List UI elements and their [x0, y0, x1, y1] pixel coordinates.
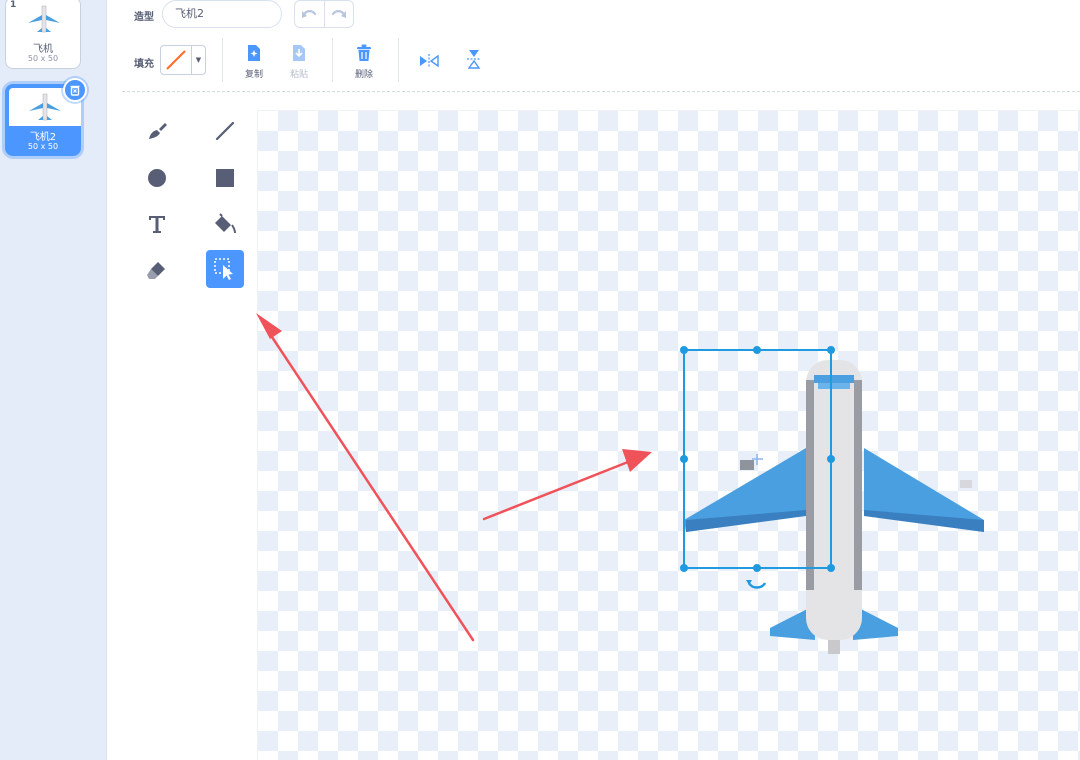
- undo-redo-group: [294, 0, 354, 28]
- fill-color-picker[interactable]: ▼: [160, 45, 206, 75]
- circle-tool[interactable]: [138, 159, 176, 197]
- text-icon: [149, 216, 165, 233]
- no-fill-slash-icon: [166, 50, 186, 70]
- delete-costume-button[interactable]: [63, 78, 87, 102]
- rectangle-icon: [216, 169, 234, 187]
- divider: [222, 38, 223, 82]
- chevron-down-icon: ▼: [191, 46, 205, 74]
- divider: [398, 38, 399, 82]
- select-tool[interactable]: [206, 250, 244, 288]
- copy-icon: [248, 45, 260, 61]
- eraser-tool[interactable]: [138, 251, 176, 289]
- flip-horizontal-icon: [420, 54, 439, 68]
- fill-label: 填充: [134, 59, 154, 70]
- divider: [332, 38, 333, 82]
- text-tool[interactable]: [138, 205, 176, 243]
- costume-tile-1[interactable]: 1 飞机 50 x 50: [5, 0, 81, 69]
- brush-icon: [149, 123, 167, 139]
- paste-button[interactable]: 粘贴: [279, 42, 319, 80]
- rectangle-tool[interactable]: [206, 159, 244, 197]
- drawing-canvas[interactable]: [257, 110, 1080, 760]
- costume-number: 2: [11, 88, 18, 98]
- circle-icon: [148, 169, 166, 187]
- redo-button[interactable]: [325, 1, 354, 27]
- costume-name: 飞机: [33, 44, 53, 55]
- fill-color-swatch: [161, 46, 191, 74]
- delete-label: 删除: [354, 70, 373, 80]
- flip-vertical-button[interactable]: [454, 48, 494, 70]
- redo-icon: [331, 10, 346, 18]
- trash-icon: [357, 44, 371, 61]
- costume-tile-2-selected[interactable]: 2 飞机2 50 x 50: [5, 78, 87, 156]
- undo-button[interactable]: [295, 1, 325, 27]
- flip-vertical-icon: [467, 50, 481, 69]
- costume-size: 50 x 50: [27, 54, 59, 63]
- brush-tool[interactable]: [138, 112, 176, 150]
- copy-label: 复制: [244, 70, 263, 80]
- costume-name-input[interactable]: 飞机2: [162, 0, 282, 28]
- line-icon: [215, 121, 235, 141]
- airplane-thumbnail-icon: [29, 93, 61, 121]
- airplane-thumbnail-icon: [28, 5, 60, 33]
- paste-label: 粘贴: [289, 70, 308, 80]
- copy-button[interactable]: 复制: [234, 42, 274, 80]
- eraser-icon: [147, 262, 165, 279]
- delete-button[interactable]: 删除: [344, 42, 384, 80]
- fill-tool[interactable]: [206, 205, 244, 243]
- costume-label: 造型: [134, 12, 154, 23]
- line-tool[interactable]: [206, 112, 244, 150]
- undo-icon: [302, 10, 317, 18]
- flip-horizontal-button[interactable]: [409, 50, 449, 72]
- select-cursor-icon: [214, 258, 233, 280]
- costume-name: 飞机2: [29, 132, 57, 143]
- paint-bucket-icon: [215, 213, 236, 234]
- trash-icon: [70, 85, 80, 96]
- costume-number: 1: [10, 0, 17, 10]
- paint-editor-toolbar: 造型 飞机2 填充 ▼ 复制 粘贴 删除: [122, 0, 1080, 92]
- paste-icon: [293, 45, 305, 61]
- costume-size: 50 x 50: [27, 142, 59, 151]
- costume-list: 1 飞机 50 x 50 2 飞机2 50 x 50: [0, 0, 107, 760]
